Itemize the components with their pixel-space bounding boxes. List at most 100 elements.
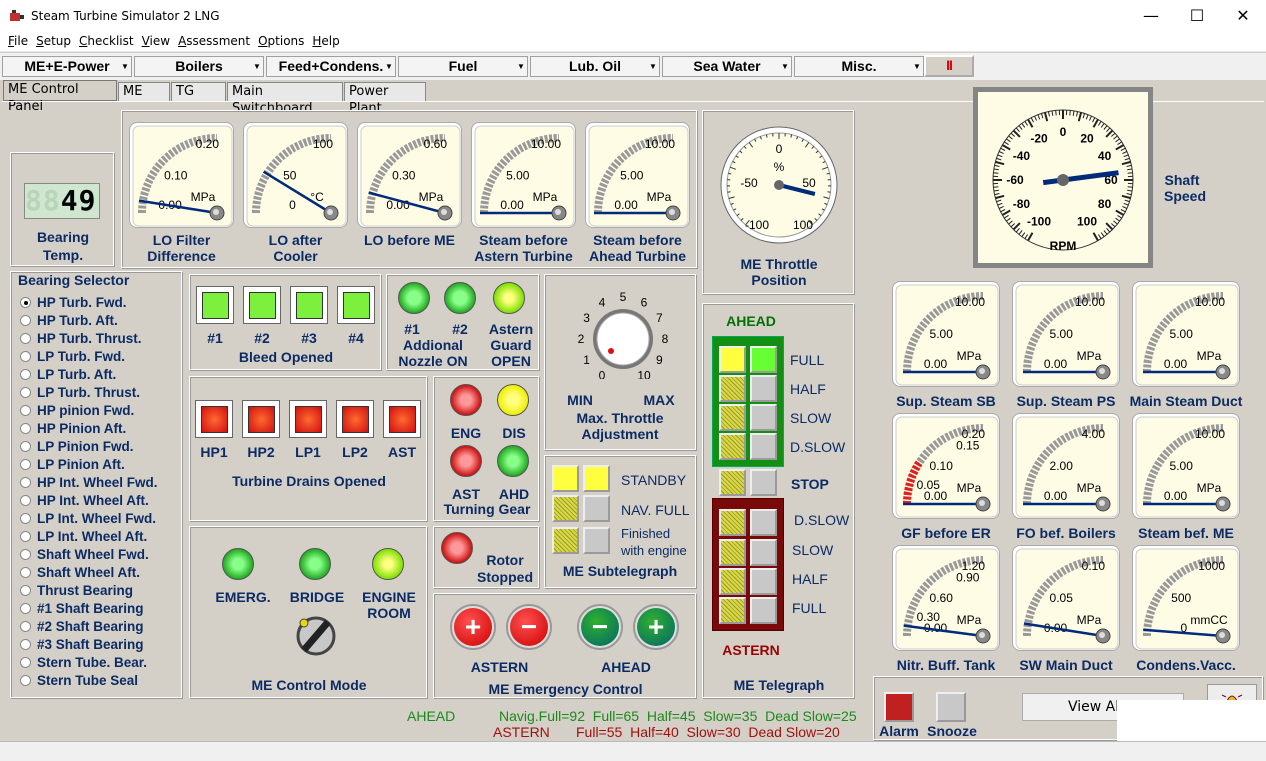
bearing-option[interactable]: LP Int. Wheel Aft.: [20, 527, 147, 545]
radio-icon[interactable]: [20, 458, 31, 470]
telegraph-astern-indicator[interactable]: [750, 568, 777, 595]
dropdown-sea-water[interactable]: Sea Water ▼: [662, 56, 792, 77]
bearing-option[interactable]: HP Int. Wheel Aft.: [20, 491, 149, 509]
dropdown-boilers[interactable]: Boilers ▼: [134, 56, 264, 77]
tab-main-switchboard[interactable]: Main Switchboard: [227, 82, 343, 116]
bearing-option[interactable]: Shaft Wheel Fwd.: [20, 545, 149, 563]
telegraph-astern-indicator[interactable]: [750, 509, 777, 536]
bearing-option[interactable]: HP Turb. Fwd.: [20, 293, 127, 311]
radio-icon[interactable]: [20, 620, 31, 632]
bearing-option[interactable]: HP Pinion Aft.: [20, 419, 126, 437]
bearing-option[interactable]: #2 Shaft Bearing: [20, 617, 144, 635]
ahead-plus-button[interactable]: +: [633, 604, 679, 650]
dropdown-fuel[interactable]: Fuel ▼: [398, 56, 528, 77]
maximize-button[interactable]: ☐: [1174, 0, 1220, 31]
telegraph-ahead-button[interactable]: [719, 433, 746, 460]
nav-full-button[interactable]: [552, 495, 579, 522]
bearing-option[interactable]: LP Turb. Aft.: [20, 365, 116, 383]
radio-icon[interactable]: [20, 386, 31, 398]
telegraph-ahead-button[interactable]: [719, 375, 746, 402]
radio-icon[interactable]: [20, 314, 31, 326]
bearing-option[interactable]: Stern Tube Seal: [20, 671, 138, 689]
bearing-option[interactable]: LP Int. Wheel Fwd.: [20, 509, 156, 527]
radio-icon[interactable]: [20, 296, 31, 308]
bearing-option[interactable]: LP Turb. Fwd.: [20, 347, 125, 365]
menu-checklist[interactable]: Checklist: [79, 34, 134, 48]
nav-full-indicator[interactable]: [583, 495, 610, 522]
telegraph-astern-button[interactable]: [719, 539, 746, 566]
radio-icon[interactable]: [20, 530, 31, 542]
telegraph-stop-button[interactable]: [719, 469, 746, 496]
radio-icon[interactable]: [20, 548, 31, 560]
radio-icon[interactable]: [20, 566, 31, 578]
bearing-option[interactable]: LP Pinion Fwd.: [20, 437, 134, 455]
ahead-minus-button[interactable]: −: [577, 604, 623, 650]
menu-options[interactable]: Options: [258, 34, 304, 48]
menu-help[interactable]: Help: [312, 34, 339, 48]
telegraph-astern-button[interactable]: [719, 509, 746, 536]
telegraph-ahead-indicator[interactable]: [750, 346, 777, 373]
max-throttle-knob[interactable]: 01 2 34 5 67 8 9 10: [565, 289, 675, 379]
bearing-option[interactable]: HP Int. Wheel Fwd.: [20, 473, 158, 491]
bearing-option[interactable]: Thrust Bearing: [20, 581, 133, 599]
menu-setup[interactable]: Setup: [36, 34, 71, 48]
radio-icon[interactable]: [20, 584, 31, 596]
radio-icon[interactable]: [20, 512, 31, 524]
tab-tg[interactable]: TG: [171, 82, 226, 101]
control-mode-switch[interactable]: [294, 614, 338, 658]
telegraph-ahead-button[interactable]: [719, 404, 746, 431]
bearing-option[interactable]: HP pinion Fwd.: [20, 401, 134, 419]
standby-indicator[interactable]: [583, 465, 610, 492]
bearing-option[interactable]: Shaft Wheel Aft.: [20, 563, 140, 581]
pause-button[interactable]: II: [924, 55, 974, 77]
radio-icon[interactable]: [20, 404, 31, 416]
radio-icon[interactable]: [20, 368, 31, 380]
telegraph-astern-button[interactable]: [719, 568, 746, 595]
dropdown-lub-oil[interactable]: Lub. Oil ▼: [530, 56, 660, 77]
alarm-button[interactable]: [884, 692, 914, 722]
close-button[interactable]: ✕: [1220, 0, 1266, 31]
telegraph-ahead-indicator[interactable]: [750, 404, 777, 431]
menu-assessment[interactable]: Assessment: [178, 34, 250, 48]
radio-icon[interactable]: [20, 674, 31, 686]
tab-power-plant[interactable]: Power Plant: [344, 82, 426, 116]
radio-icon[interactable]: [20, 350, 31, 362]
telegraph-ahead-button[interactable]: [719, 346, 746, 373]
bearing-option[interactable]: Stern Tube. Bear.: [20, 653, 147, 671]
menu-view[interactable]: View: [142, 34, 170, 48]
radio-icon[interactable]: [20, 440, 31, 452]
bearing-option[interactable]: #1 Shaft Bearing: [20, 599, 144, 617]
minimize-button[interactable]: —: [1128, 0, 1174, 31]
radio-icon[interactable]: [20, 422, 31, 434]
dropdown-misc[interactable]: Misc. ▼: [794, 56, 924, 77]
radio-icon[interactable]: [20, 656, 31, 668]
dropdown-me-epower[interactable]: ME+E-Power ▼: [2, 56, 132, 77]
astern-minus-button[interactable]: −: [506, 604, 552, 650]
finished-button[interactable]: [552, 527, 579, 554]
standby-button[interactable]: [552, 465, 579, 492]
telegraph-astern-indicator[interactable]: [750, 539, 777, 566]
bearing-option[interactable]: LP Turb. Thrust.: [20, 383, 140, 401]
bearing-option[interactable]: LP Pinion Aft.: [20, 455, 125, 473]
tab-me[interactable]: ME: [118, 82, 170, 101]
telegraph-stop-indicator[interactable]: [750, 469, 777, 496]
radio-icon[interactable]: [20, 332, 31, 344]
astern-plus-button[interactable]: +: [450, 604, 496, 650]
bearing-option[interactable]: HP Turb. Aft.: [20, 311, 118, 329]
bearing-option[interactable]: #3 Shaft Bearing: [20, 635, 144, 653]
radio-icon[interactable]: [20, 602, 31, 614]
radio-icon[interactable]: [20, 638, 31, 650]
snooze-button[interactable]: [936, 692, 966, 722]
telegraph-ahead-indicator[interactable]: [750, 433, 777, 460]
tab-me-control-panel[interactable]: ME Control Panel: [3, 80, 117, 114]
dropdown-feed-condens[interactable]: Feed+Condens. ▼: [266, 56, 396, 77]
bearing-option[interactable]: HP Turb. Thrust.: [20, 329, 142, 347]
radio-icon[interactable]: [20, 494, 31, 506]
telegraph-astern-button[interactable]: [719, 597, 746, 624]
radio-icon[interactable]: [20, 476, 31, 488]
menu-file[interactable]: File: [8, 34, 28, 48]
telegraph-ahead-indicator[interactable]: [750, 375, 777, 402]
chevron-down-icon: ▼: [253, 62, 261, 71]
telegraph-astern-indicator[interactable]: [750, 597, 777, 624]
finished-indicator[interactable]: [583, 527, 610, 554]
